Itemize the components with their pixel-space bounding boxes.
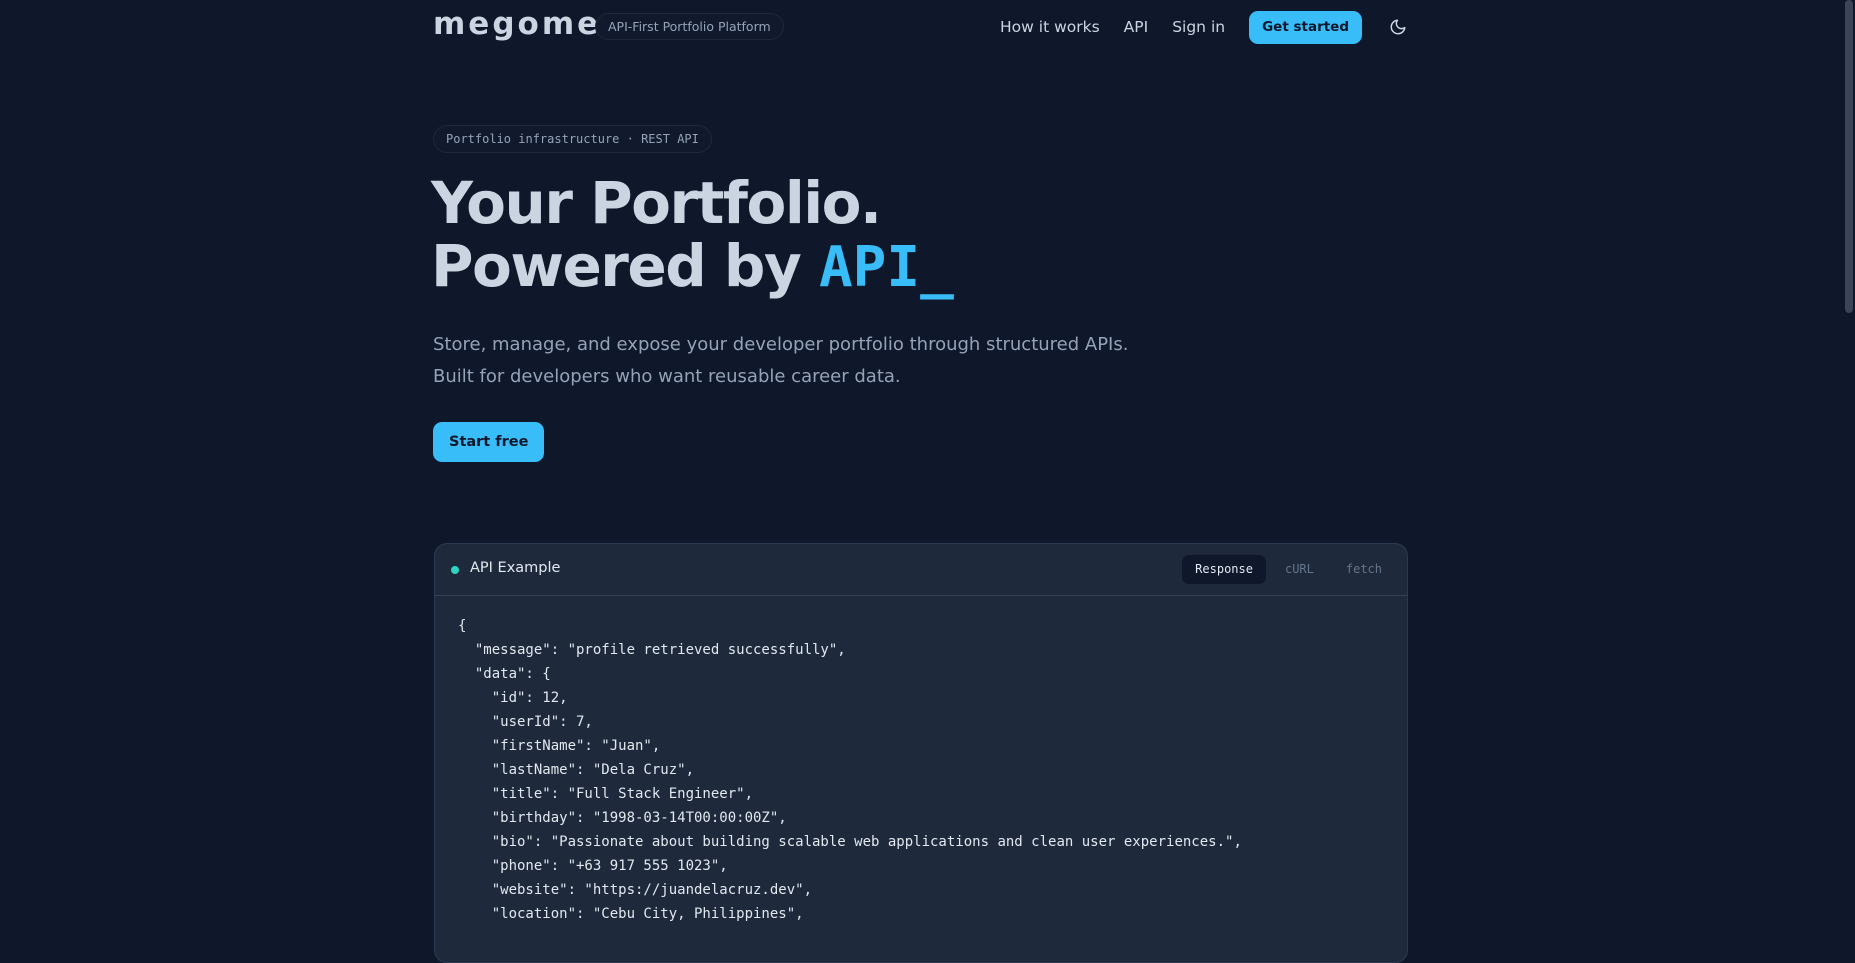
- tab-fetch[interactable]: fetch: [1333, 555, 1395, 584]
- code-line: "birthday": "1998-03-14T00:00:00Z",: [458, 810, 787, 826]
- code-line: "bio": "Passionate about building scalab…: [458, 834, 1242, 850]
- api-example-card: API Example Response cURL fetch { "messa…: [434, 543, 1408, 963]
- code-line: "firstName": "Juan",: [458, 738, 661, 754]
- code-line: "phone": "+63 917 555 1023",: [458, 858, 728, 874]
- nav-link-how-it-works[interactable]: How it works: [1000, 18, 1100, 36]
- api-card-title: API Example: [470, 560, 561, 576]
- nav-link-api[interactable]: API: [1124, 18, 1149, 36]
- code-line: "website": "https://juandelacruz.dev",: [458, 882, 813, 898]
- hero-title-line2-prefix: Powered by: [431, 232, 819, 300]
- tagline-badge: API-First Portfolio Platform: [595, 13, 784, 40]
- hero-subtitle-line2: Built for developers who want reusable c…: [433, 366, 901, 387]
- page-scrollbar[interactable]: [1843, 0, 1855, 930]
- hero-title-accent: API_: [818, 235, 954, 300]
- scrollbar-thumb[interactable]: [1845, 0, 1853, 313]
- moon-icon[interactable]: [1388, 17, 1408, 37]
- code-line: "location": "Cebu City, Philippines",: [458, 906, 804, 922]
- hero-eyebrow-badge: Portfolio infrastructure · REST API: [433, 125, 712, 153]
- code-tabs: Response cURL fetch: [1176, 555, 1395, 584]
- code-line: "id": 12,: [458, 690, 568, 706]
- start-free-button[interactable]: Start free: [433, 422, 545, 462]
- status-dot-icon: [451, 566, 459, 574]
- code-line: "data": {: [458, 666, 551, 682]
- code-line: {: [458, 618, 467, 634]
- site-header: megome API-First Portfolio Platform How …: [433, 0, 1408, 54]
- code-line: "title": "Full Stack Engineer",: [458, 786, 754, 802]
- hero-title-line1: Your Portfolio.: [431, 169, 882, 237]
- code-line: "userId": 7,: [458, 714, 593, 730]
- get-started-button[interactable]: Get started: [1249, 10, 1362, 44]
- tab-curl[interactable]: cURL: [1272, 555, 1327, 584]
- hero-subtitle: Store, manage, and expose your developer…: [433, 329, 1128, 393]
- hero-title: Your Portfolio. Powered by API_: [431, 169, 954, 300]
- tab-response[interactable]: Response: [1182, 555, 1266, 584]
- main-nav: How it works API Sign in Get started: [1000, 0, 1408, 54]
- code-block: { "message": "profile retrieved successf…: [458, 614, 1242, 926]
- hero-subtitle-line1: Store, manage, and expose your developer…: [433, 334, 1129, 355]
- nav-link-sign-in[interactable]: Sign in: [1172, 18, 1225, 36]
- logo[interactable]: megome: [433, 6, 601, 42]
- code-line: "lastName": "Dela Cruz",: [458, 762, 695, 778]
- code-line: "message": "profile retrieved successful…: [458, 642, 846, 658]
- api-card-header: API Example Response cURL fetch: [435, 544, 1407, 596]
